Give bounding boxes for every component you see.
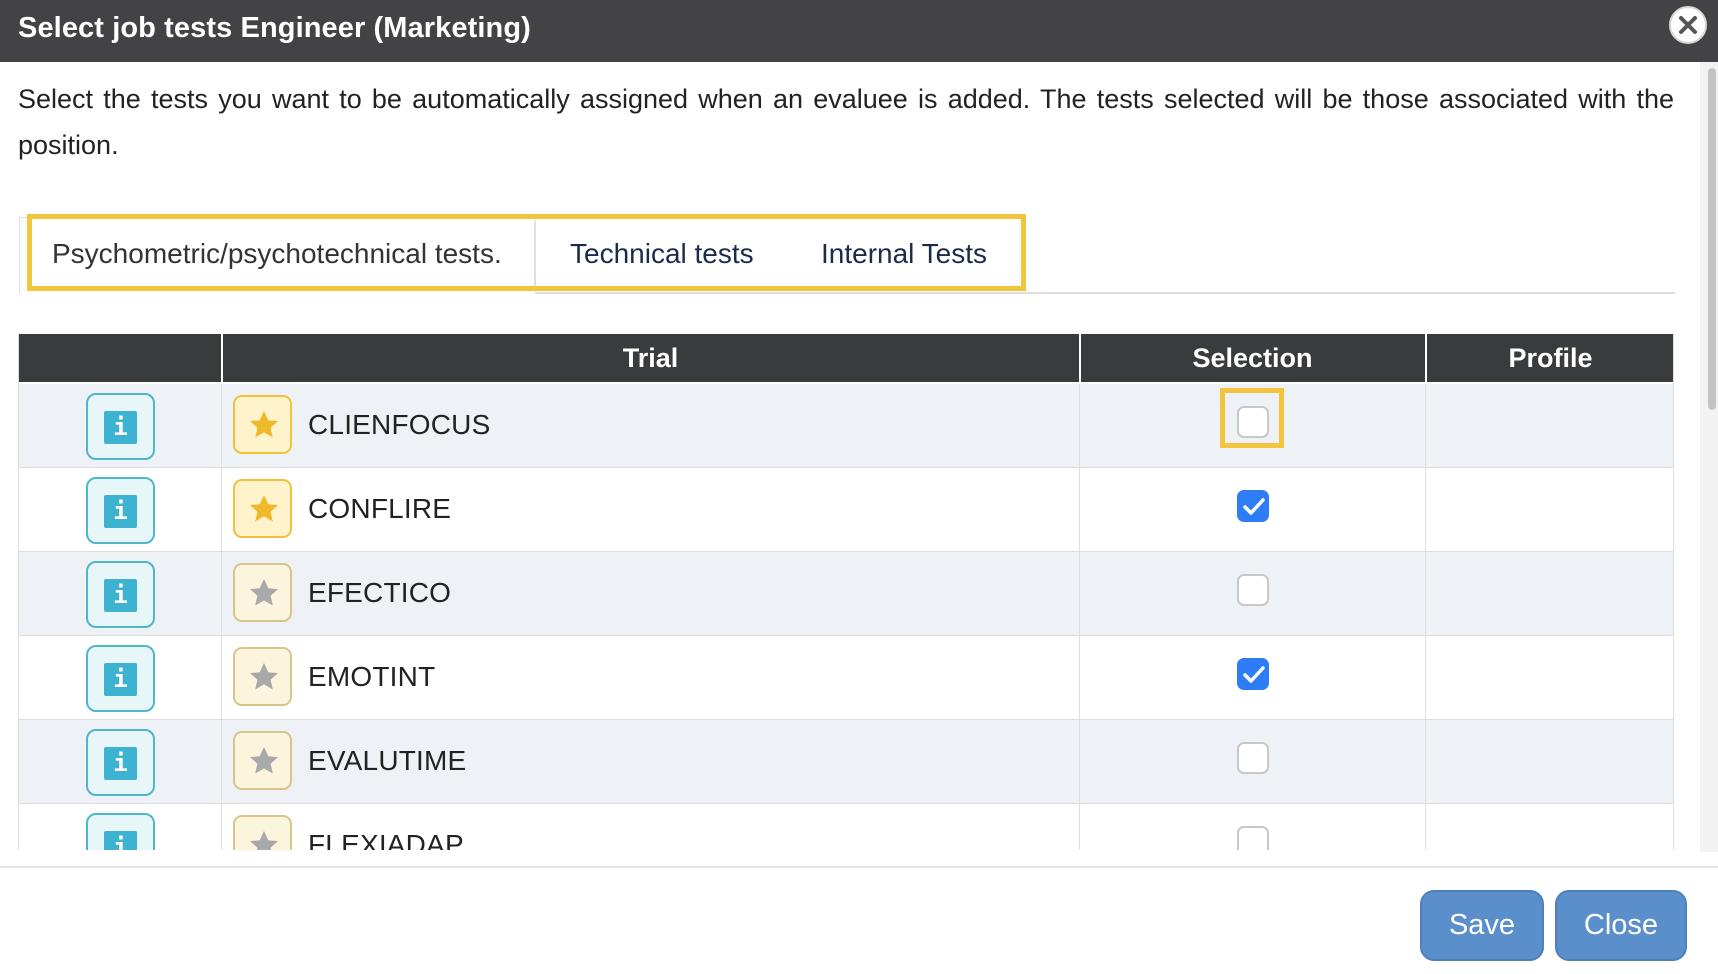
column-separator: [1079, 720, 1080, 804]
table-row: i CLIENFOCUS: [19, 384, 1673, 468]
info-button[interactable]: i: [86, 477, 155, 544]
column-separator: [1079, 636, 1080, 720]
table-row: i EMOTINT: [19, 636, 1673, 720]
selection-checkbox[interactable]: [1237, 490, 1269, 522]
info-button[interactable]: i: [86, 561, 155, 628]
info-icon: i: [104, 495, 137, 528]
tabs-underline: [535, 292, 1675, 294]
favorite-star-button[interactable]: [233, 647, 292, 706]
header-trial: Trial: [622, 343, 679, 373]
column-separator: [221, 468, 222, 552]
info-button[interactable]: i: [86, 393, 155, 460]
close-button[interactable]: Close: [1555, 890, 1687, 961]
save-button[interactable]: Save: [1420, 890, 1544, 961]
column-separator: [221, 804, 222, 850]
table-row: i EFECTICO: [19, 552, 1673, 636]
favorite-star-button[interactable]: [233, 563, 292, 622]
column-separator: [1079, 384, 1080, 468]
trial-name: EMOTINT: [308, 661, 436, 692]
star-icon: [250, 579, 278, 606]
table-body: i CLIENFOCUS i CONFLIRE i EFECTICO i EMOTINT i EV…: [19, 384, 1673, 850]
info-icon: i: [104, 579, 137, 612]
header-info: [19, 334, 221, 382]
column-separator: [1425, 384, 1426, 468]
tab-internal[interactable]: Internal Tests: [821, 238, 987, 270]
column-separator: [1079, 552, 1080, 636]
column-separator: [221, 384, 222, 468]
favorite-star-button[interactable]: [233, 395, 292, 454]
column-separator: [1079, 468, 1080, 552]
scrollbar-thumb[interactable]: [1708, 68, 1716, 410]
table-row: i CONFLIRE: [19, 468, 1673, 552]
trial-name: CLIENFOCUS: [308, 409, 491, 440]
table-header: Trial Selection Profile: [19, 334, 1673, 382]
favorite-star-button[interactable]: [233, 731, 292, 790]
info-icon: i: [104, 831, 137, 850]
favorite-star-button[interactable]: [233, 479, 292, 538]
selection-checkbox[interactable]: [1237, 742, 1269, 774]
column-separator: [1079, 804, 1080, 850]
table-row: i EVALUTIME: [19, 720, 1673, 804]
star-icon: [250, 411, 278, 438]
favorite-star-button[interactable]: [233, 815, 292, 850]
info-button[interactable]: i: [86, 645, 155, 712]
checkmark-icon: [1243, 498, 1265, 515]
column-separator: [1425, 552, 1426, 636]
tab-psychometric[interactable]: Psychometric/psychotechnical tests.: [52, 238, 502, 270]
trial-name: FLEXIADAP: [308, 829, 464, 850]
selection-checkbox[interactable]: [1237, 406, 1269, 438]
table-row: i FLEXIADAP: [19, 804, 1673, 850]
info-button[interactable]: i: [86, 729, 155, 796]
selection-checkbox[interactable]: [1237, 826, 1269, 850]
column-separator: [221, 552, 222, 636]
close-x-icon[interactable]: [1669, 6, 1707, 44]
column-separator: [221, 636, 222, 720]
column-separator: [1425, 636, 1426, 720]
info-button[interactable]: i: [86, 813, 155, 850]
footer-divider: [0, 866, 1718, 868]
column-separator: [221, 720, 222, 804]
trial-name: CONFLIRE: [308, 493, 452, 524]
info-icon: i: [104, 663, 137, 696]
star-icon: [250, 495, 278, 522]
column-separator: [1425, 468, 1426, 552]
info-icon: i: [104, 411, 137, 444]
tab-technical[interactable]: Technical tests: [570, 238, 754, 270]
column-separator: [1425, 720, 1426, 804]
checkmark-icon: [1243, 666, 1265, 683]
dialog-titlebar: Select job tests Engineer (Marketing): [0, 0, 1718, 62]
dialog-title: Select job tests Engineer (Marketing): [18, 12, 531, 44]
info-icon: i: [104, 747, 137, 780]
header-selection: Selection: [1192, 343, 1313, 373]
star-icon: [250, 663, 278, 690]
trial-name: EFECTICO: [308, 577, 452, 608]
star-icon: [250, 831, 278, 850]
tests-table: Trial Selection Profile i CLIENFOCUS i CONF…: [18, 334, 1674, 850]
header-profile: Profile: [1508, 343, 1593, 373]
selection-checkbox[interactable]: [1237, 658, 1269, 690]
column-separator: [1425, 804, 1426, 850]
tab-divider: [534, 222, 535, 289]
intro-text: Select the tests you want to be automati…: [18, 84, 1674, 160]
trial-name: EVALUTIME: [308, 745, 467, 776]
star-icon: [250, 747, 278, 774]
selection-checkbox[interactable]: [1237, 574, 1269, 606]
